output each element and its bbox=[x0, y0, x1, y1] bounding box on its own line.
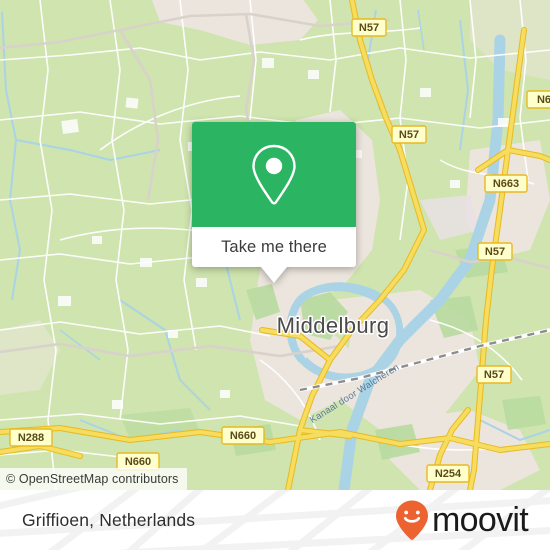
moovit-brand[interactable]: moovit bbox=[394, 499, 529, 541]
moovit-wordmark: moovit bbox=[432, 501, 529, 539]
take-me-there-label: Take me there bbox=[221, 237, 327, 256]
shield-label: N57 bbox=[484, 369, 504, 381]
shield-label: N6 bbox=[537, 94, 550, 106]
road-shield[interactable]: N254 bbox=[426, 464, 470, 483]
shield-label: N57 bbox=[399, 129, 419, 141]
map-pin-icon bbox=[252, 144, 296, 205]
shield-label: N663 bbox=[493, 178, 519, 190]
take-me-there-callout[interactable]: Take me there bbox=[192, 122, 356, 283]
place-title: Griffioen, Netherlands bbox=[22, 509, 196, 530]
footer-content: Griffioen, Netherlands moovit bbox=[0, 490, 550, 550]
city-label-middelburg: Middelburg bbox=[277, 313, 390, 338]
road-shield[interactable]: N57 bbox=[477, 242, 513, 261]
road-shield[interactable]: N663 bbox=[484, 174, 528, 193]
road-shield[interactable]: N660 bbox=[221, 426, 265, 445]
shield-label: N660 bbox=[125, 456, 151, 468]
road-shield[interactable]: N57 bbox=[351, 18, 387, 37]
moovit-pin-smile-icon bbox=[396, 500, 429, 540]
shield-label: N660 bbox=[230, 430, 256, 442]
road-shield[interactable]: N57 bbox=[476, 365, 512, 384]
shield-label: N288 bbox=[18, 432, 44, 444]
road-shield[interactable]: N288 bbox=[9, 428, 53, 447]
shield-label: N254 bbox=[435, 468, 462, 480]
shield-label: N57 bbox=[485, 246, 505, 258]
shield-label: N57 bbox=[359, 22, 379, 34]
road-shield[interactable]: N57 bbox=[391, 125, 427, 144]
road-shield[interactable]: N6 bbox=[526, 90, 550, 109]
footer-bar: Griffioen, Netherlands moovit bbox=[0, 490, 550, 550]
callout-action-area[interactable]: Take me there bbox=[192, 227, 356, 267]
map-page: Middelburg Kanaal door Walcheren N57 N57… bbox=[0, 0, 550, 550]
callout-icon-area bbox=[192, 122, 356, 227]
callout-tail bbox=[261, 267, 287, 283]
attribution-text: © OpenStreetMap contributors bbox=[6, 472, 179, 486]
map-attribution[interactable]: © OpenStreetMap contributors bbox=[0, 468, 187, 490]
